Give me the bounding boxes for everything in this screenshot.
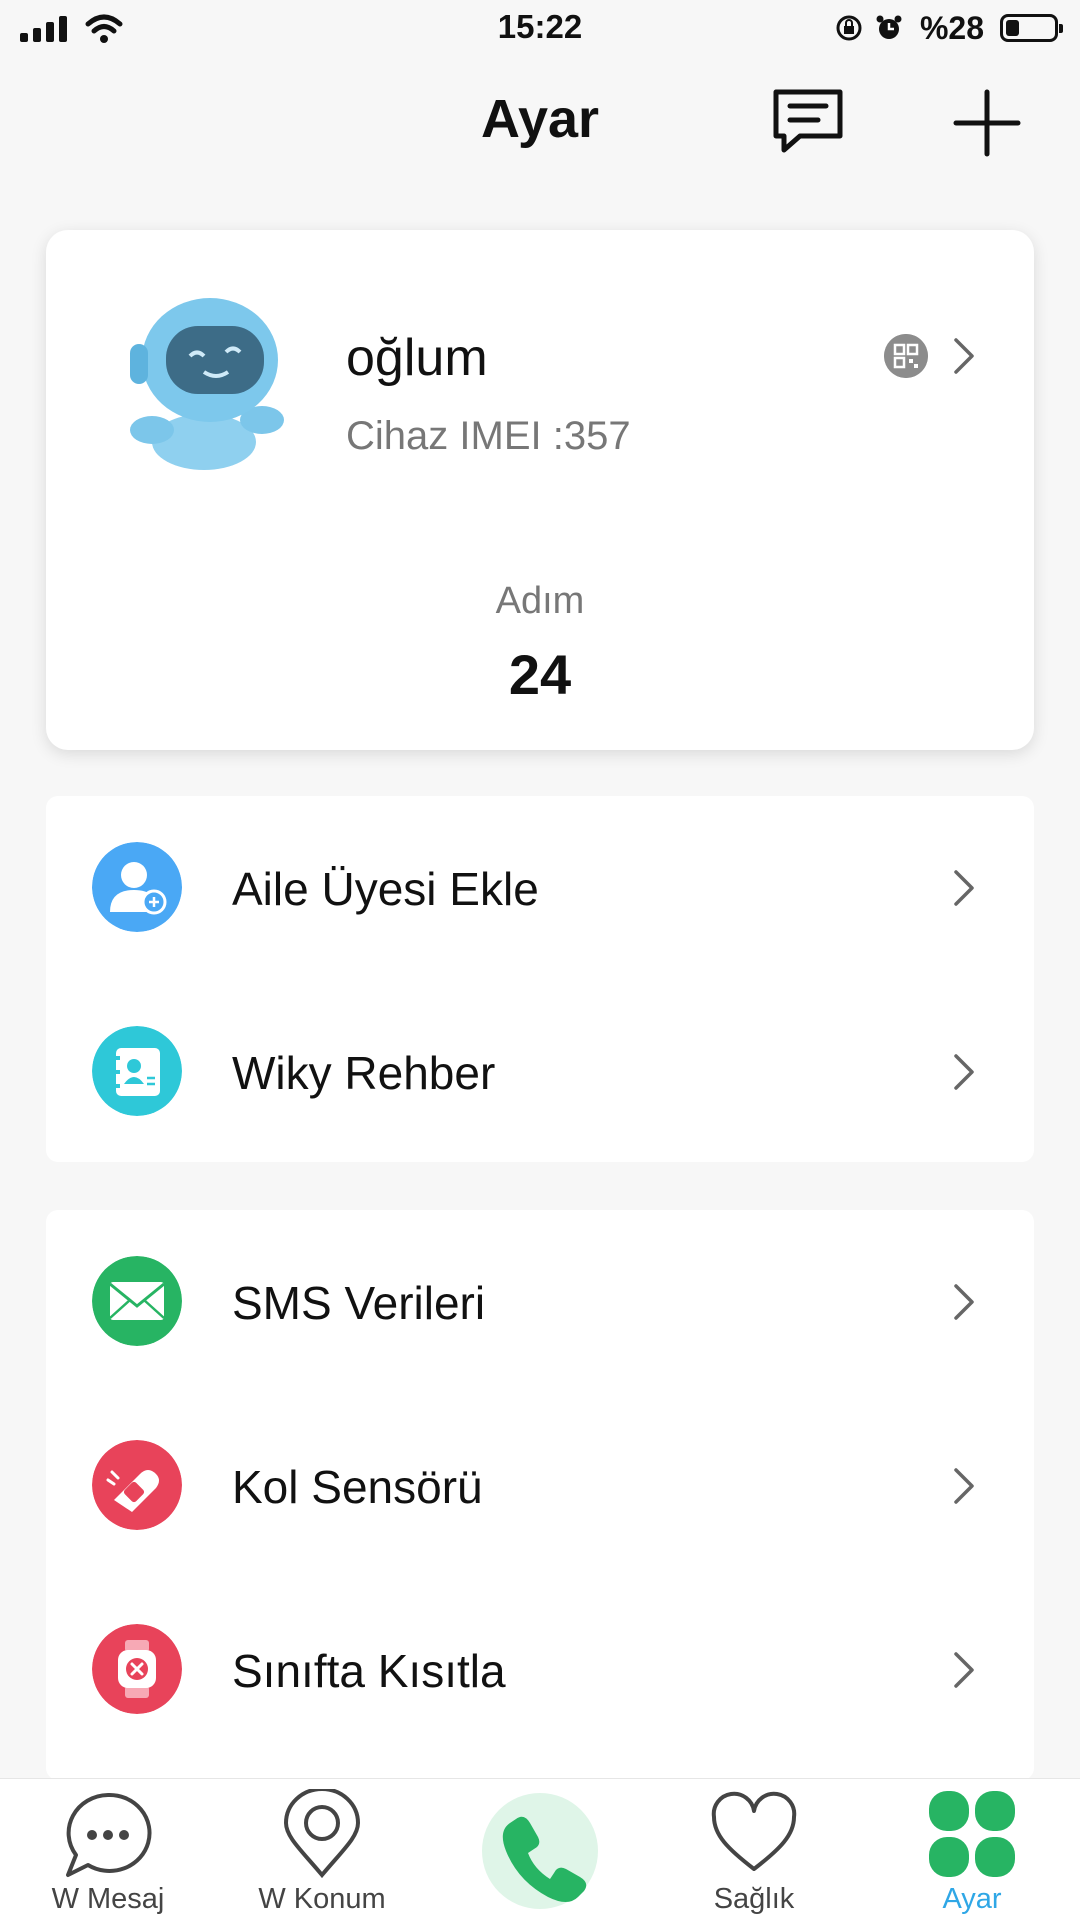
- menu-item-label: Kol Sensörü: [232, 1461, 483, 1513]
- device-card[interactable]: oğlum Cihaz IMEI :357 Adım 24: [46, 230, 1034, 750]
- tab-ayar[interactable]: Ayar: [882, 1779, 1062, 1921]
- plus-icon[interactable]: [952, 88, 1022, 158]
- chevron-right-icon[interactable]: [952, 336, 976, 376]
- envelope-icon: [92, 1256, 182, 1346]
- message-square-icon[interactable]: [770, 86, 846, 156]
- device-imei: Cihaz IMEI :357: [346, 414, 631, 458]
- steps-value: 24: [508, 643, 572, 706]
- alarm-icon: [876, 15, 902, 39]
- contacts-book-icon: [92, 1026, 182, 1116]
- status-right: %28: [834, 9, 1063, 46]
- page-title: Ayar: [480, 89, 600, 149]
- chevron-right-icon: [954, 1652, 974, 1688]
- chevron-right-icon: [954, 1468, 974, 1504]
- steps-label: Adım: [495, 580, 585, 622]
- chevron-right-icon: [954, 1054, 974, 1090]
- qr-code-icon[interactable]: [884, 334, 928, 378]
- chevron-right-icon: [954, 1284, 974, 1320]
- add-family-member-icon: [92, 842, 182, 932]
- watch-restrict-icon: [92, 1624, 182, 1714]
- tab-label: W Konum: [258, 1883, 386, 1915]
- tab-w-konum[interactable]: W Konum: [232, 1779, 412, 1921]
- tab-w-mesaj[interactable]: W Mesaj: [18, 1779, 198, 1921]
- menu-item-label: SMS Verileri: [232, 1277, 486, 1329]
- menu-item-kol-sensoru[interactable]: Kol Sensörü: [46, 1394, 1034, 1578]
- phone-call-icon: [502, 1816, 587, 1902]
- battery-percent: %28: [919, 9, 984, 46]
- device-name: oğlum: [346, 329, 488, 387]
- rotation-lock-icon: [836, 15, 862, 41]
- clover-grid-icon: [929, 1791, 1015, 1877]
- chevron-right-icon: [954, 870, 974, 906]
- battery-icon: [1000, 14, 1063, 42]
- tab-label: Sağlık: [713, 1883, 795, 1915]
- wrist-sensor-icon: [92, 1440, 182, 1530]
- robot-avatar-icon: [130, 298, 284, 470]
- menu-item-label: Aile Üyesi Ekle: [232, 863, 539, 915]
- tab-label: W Mesaj: [51, 1883, 165, 1915]
- menu-group-1: Aile Üyesi Ekle Wiky Rehber: [46, 796, 1034, 1162]
- heart-icon: [711, 1791, 797, 1871]
- menu-group-2: SMS Verileri Kol Sensörü Sınıfta Kısıtla: [46, 1210, 1034, 1780]
- menu-item-sinifta-kisitla[interactable]: Sınıfta Kısıtla: [46, 1578, 1034, 1762]
- chat-bubble-icon: [66, 1792, 152, 1877]
- tab-bar: W Mesaj W Konum Sağlık Ayar: [0, 1778, 1080, 1921]
- nav-bar: Ayar: [0, 60, 1080, 180]
- menu-item-wiky-rehber[interactable]: Wiky Rehber: [46, 980, 1034, 1164]
- menu-item-sms-verileri[interactable]: SMS Verileri: [46, 1210, 1034, 1394]
- tab-saglik[interactable]: Sağlık: [664, 1779, 844, 1921]
- status-bar: 15:22 %28: [0, 0, 1080, 56]
- menu-item-label: Wiky Rehber: [232, 1047, 496, 1099]
- call-button[interactable]: [482, 1793, 598, 1909]
- menu-item-label: Sınıfta Kısıtla: [232, 1645, 506, 1697]
- menu-item-add-family-member[interactable]: Aile Üyesi Ekle: [46, 796, 1034, 980]
- location-pin-icon: [283, 1789, 361, 1879]
- tab-label: Ayar: [942, 1883, 1002, 1915]
